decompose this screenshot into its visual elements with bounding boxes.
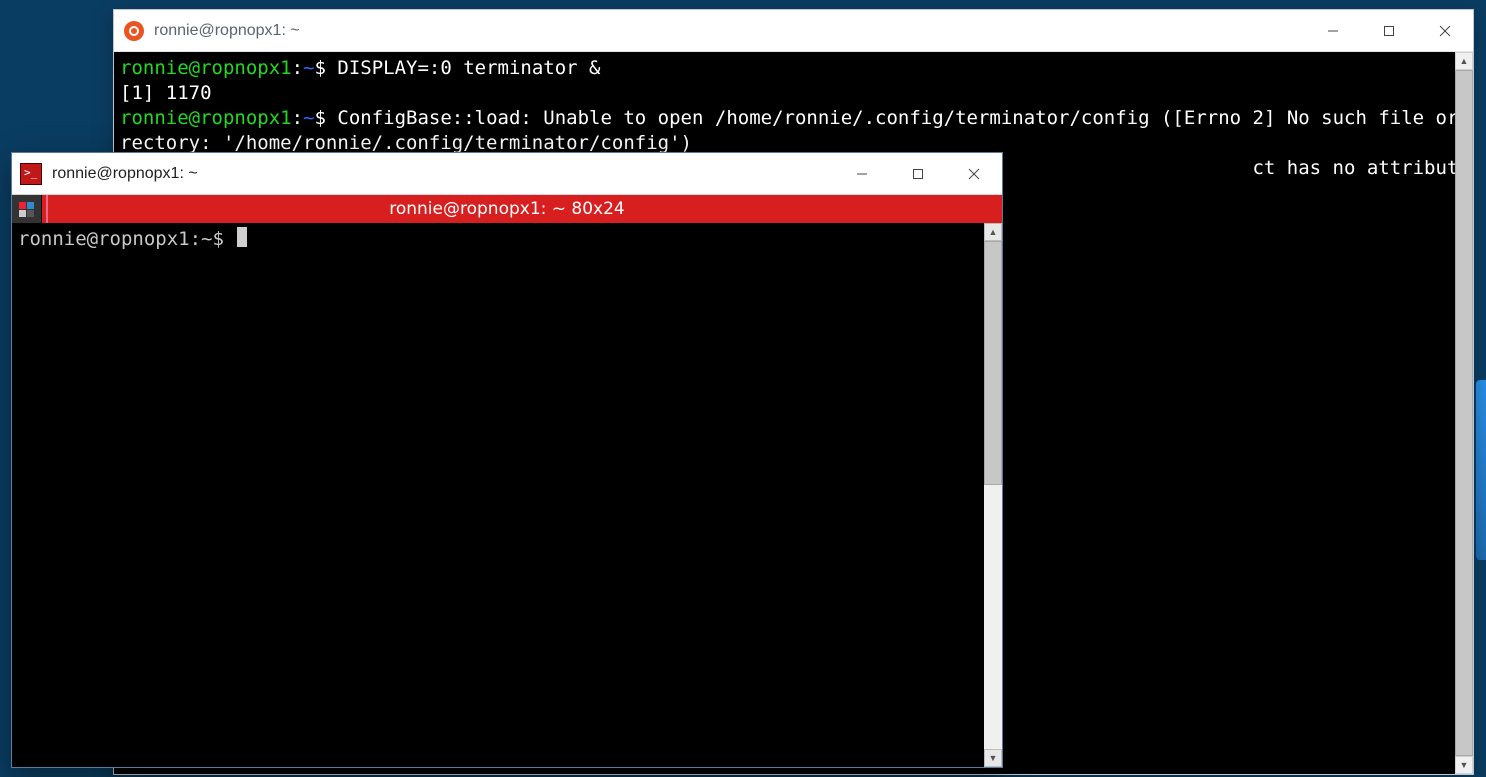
scroll-down-icon[interactable]: ▼ — [984, 749, 1002, 767]
terminator-icon — [20, 163, 42, 185]
scroll-track[interactable] — [984, 241, 1002, 749]
redbar-separator — [46, 195, 48, 223]
maximize-button[interactable] — [1361, 10, 1417, 51]
back-window-title: ronnie@ropnopx1: ~ — [154, 22, 1305, 40]
scroll-up-icon[interactable]: ▲ — [984, 223, 1002, 241]
terminator-prompt: ronnie@ropnopx1:~$ — [18, 228, 235, 250]
minimize-button[interactable] — [834, 153, 890, 194]
ubuntu-icon — [124, 21, 144, 41]
scroll-up-icon[interactable]: ▲ — [1455, 52, 1473, 70]
cursor-icon — [237, 227, 247, 247]
back-window-titlebar[interactable]: ronnie@ropnopx1: ~ — [114, 10, 1473, 52]
front-window-titlebar[interactable]: ronnie@ropnopx1: ~ — [12, 153, 1002, 195]
terminator-prompt-line: ronnie@ropnopx1:~$ — [12, 223, 1002, 255]
scroll-thumb[interactable] — [984, 241, 1002, 485]
back-scrollbar[interactable]: ▲ ▼ — [1455, 52, 1473, 774]
front-window-title: ronnie@ropnopx1: ~ — [52, 165, 834, 183]
terminator-redbar-title: ronnie@ropnopx1: ~ 80x24 — [12, 199, 1002, 219]
scroll-track[interactable] — [1455, 70, 1473, 756]
terminator-body[interactable]: ronnie@ropnopx1:~$ ▲ ▼ — [12, 223, 1002, 767]
front-window-controls — [834, 153, 1002, 194]
minimize-button[interactable] — [1305, 10, 1361, 51]
front-window: ronnie@ropnopx1: ~ ronnie@ropnopx1: ~ 80… — [11, 152, 1003, 768]
terminator-title-bar: ronnie@ropnopx1: ~ 80x24 — [12, 195, 1002, 223]
front-scrollbar[interactable]: ▲ ▼ — [984, 223, 1002, 767]
maximize-button[interactable] — [890, 153, 946, 194]
terminator-layout-icon[interactable] — [12, 195, 42, 223]
close-button[interactable] — [946, 153, 1002, 194]
back-window-controls — [1305, 10, 1473, 51]
desktop-edge-accent — [1476, 380, 1486, 560]
scroll-down-icon[interactable]: ▼ — [1455, 756, 1473, 774]
close-button[interactable] — [1417, 10, 1473, 51]
scroll-thumb[interactable] — [1455, 70, 1473, 756]
